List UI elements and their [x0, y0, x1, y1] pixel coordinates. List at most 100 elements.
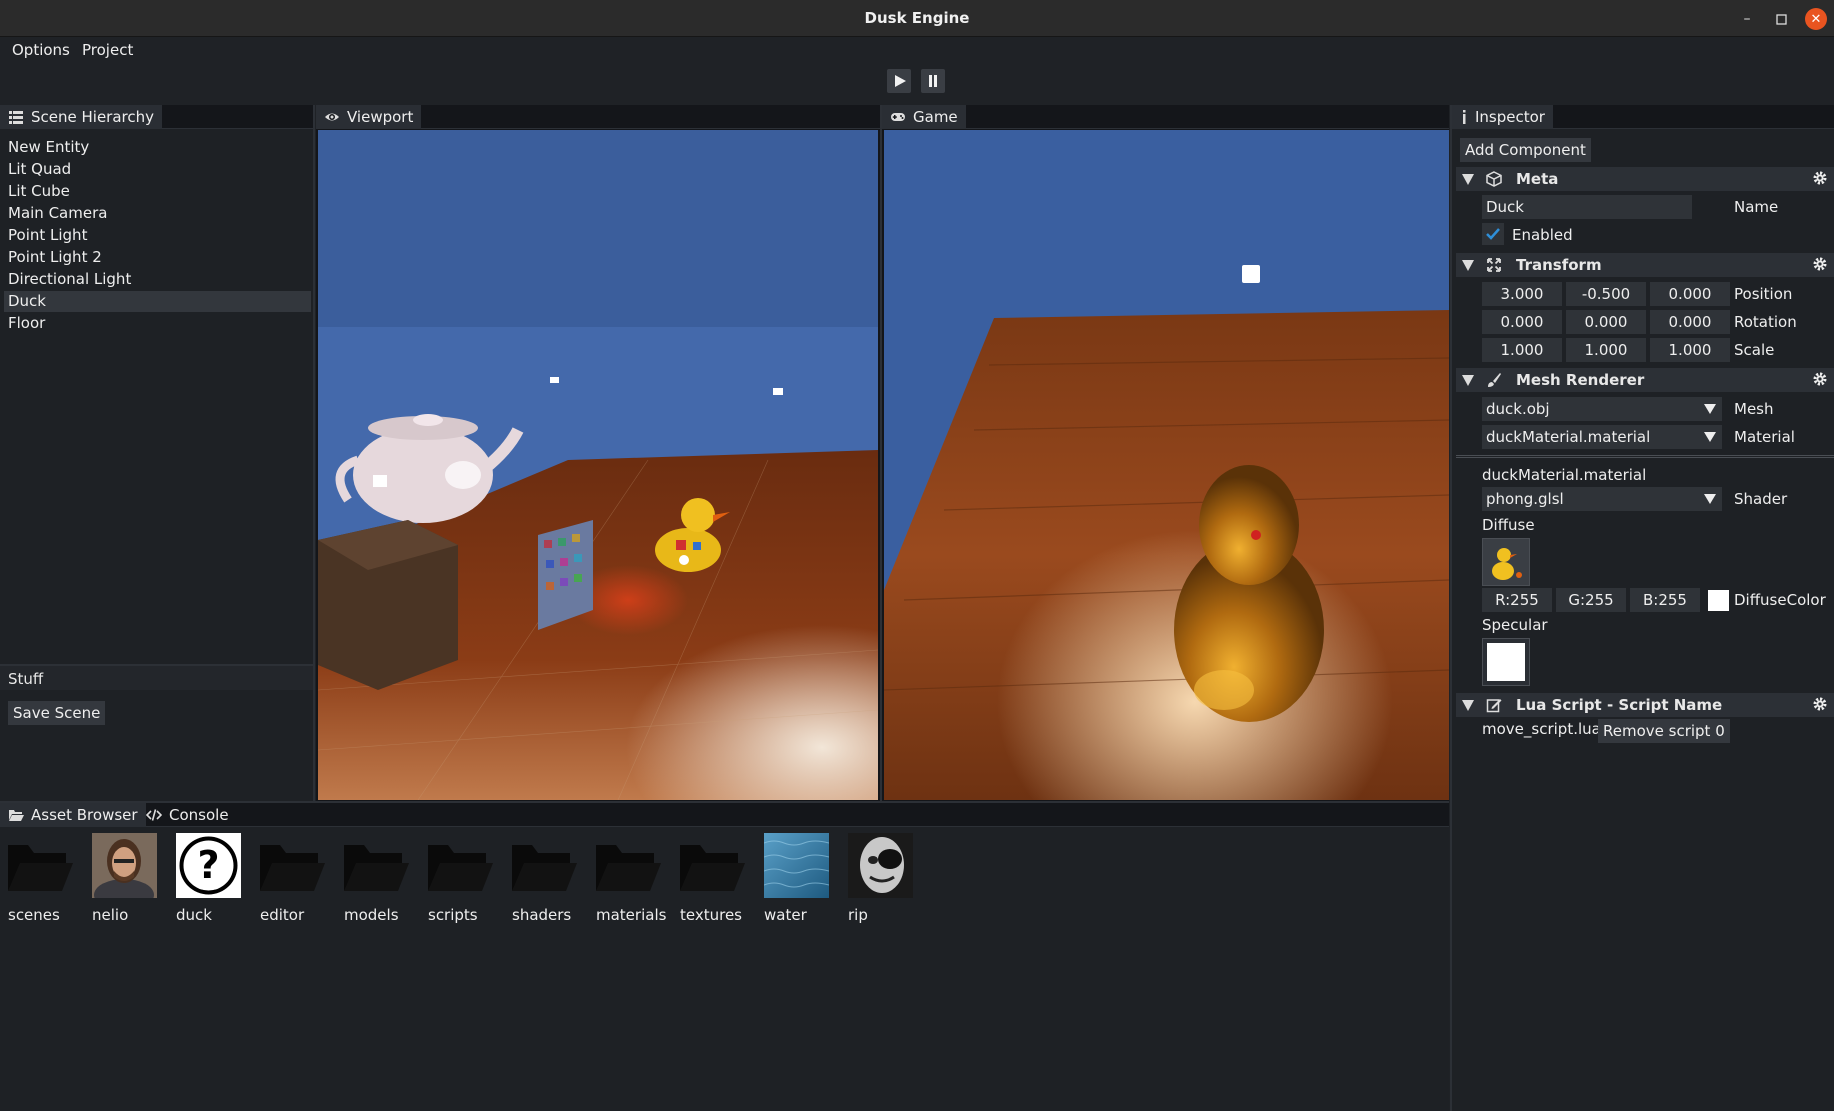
name-field[interactable]: Duck — [1482, 195, 1692, 219]
inspector-panel: Inspector Add Component Meta Duck Name E… — [1450, 105, 1834, 1111]
toolbar — [0, 64, 1834, 104]
position-y-field[interactable]: -0.500 — [1566, 282, 1646, 306]
nelio-photo-thumbnail — [92, 833, 157, 911]
asset-item[interactable]: materials — [596, 833, 666, 924]
tab-label: Inspector — [1475, 108, 1545, 126]
diffuse-color-swatch[interactable] — [1708, 590, 1729, 611]
folder-icon — [428, 845, 493, 891]
transform-component-header[interactable]: Transform — [1456, 253, 1834, 277]
hierarchy-tabstrip: Scene Hierarchy — [0, 105, 313, 129]
gear-icon[interactable] — [1812, 696, 1828, 712]
asset-name: materials — [596, 906, 667, 924]
tab-asset-browser[interactable]: Asset Browser — [0, 803, 146, 827]
shader-dropdown-value: phong.glsl — [1486, 490, 1564, 508]
rotation-y-field[interactable]: 0.000 — [1566, 310, 1646, 334]
asset-item[interactable]: textures — [680, 833, 750, 924]
hierarchy-item[interactable]: Lit Cube — [4, 181, 311, 202]
asset-name: duck — [176, 906, 212, 924]
meta-component-header[interactable]: Meta — [1456, 167, 1834, 191]
hierarchy-item[interactable]: Floor — [4, 313, 311, 334]
tab-console[interactable]: Console — [138, 803, 237, 827]
hierarchy-item[interactable]: Main Camera — [4, 203, 311, 224]
lua-script-component-header[interactable]: Lua Script - Script Name — [1456, 693, 1834, 717]
material-dropdown[interactable]: duckMaterial.material — [1482, 425, 1722, 449]
menu-options[interactable]: Options — [12, 41, 70, 59]
checkmark-icon — [1486, 228, 1500, 240]
shader-dropdown[interactable]: phong.glsl — [1482, 487, 1722, 511]
tab-inspector[interactable]: Inspector — [1452, 105, 1553, 129]
pause-button[interactable] — [921, 69, 945, 93]
minimize-button[interactable]: – — [1736, 8, 1758, 30]
remove-script-button[interactable]: Remove script 0 — [1598, 719, 1730, 743]
script-file-name: move_script.lua — [1482, 720, 1601, 738]
hierarchy-item[interactable]: New Entity — [4, 137, 311, 158]
shader-label: Shader — [1734, 490, 1788, 508]
rotation-label: Rotation — [1734, 313, 1797, 331]
specular-label: Specular — [1482, 616, 1548, 634]
menu-project[interactable]: Project — [82, 41, 133, 59]
asset-item[interactable]: water — [763, 833, 834, 924]
mesh-dropdown[interactable]: duck.obj — [1482, 397, 1722, 421]
collapse-icon[interactable] — [1462, 260, 1474, 271]
scale-y-field[interactable]: 1.000 — [1566, 338, 1646, 362]
hierarchy-item[interactable]: Point Light 2 — [4, 247, 311, 268]
diffuse-b-field[interactable]: B:255 — [1630, 588, 1700, 612]
name-label: Name — [1734, 198, 1779, 216]
asset-name: models — [344, 906, 399, 924]
play-button[interactable] — [887, 69, 911, 93]
diffuse-texture-slot[interactable] — [1482, 538, 1530, 586]
tab-label: Asset Browser — [31, 806, 138, 824]
asset-item[interactable]: models — [344, 833, 414, 924]
close-button[interactable]: ✕ — [1805, 8, 1827, 30]
hierarchy-item[interactable]: Point Light — [4, 225, 311, 246]
enabled-label: Enabled — [1512, 226, 1573, 244]
mesh-renderer-component-header[interactable]: Mesh Renderer — [1456, 368, 1834, 392]
maximize-icon — [1775, 13, 1787, 25]
tab-viewport[interactable]: Viewport — [316, 105, 422, 129]
scale-x-field[interactable]: 1.000 — [1482, 338, 1562, 362]
asset-item[interactable]: scripts — [428, 833, 498, 924]
add-component-button[interactable]: Add Component — [1460, 138, 1591, 162]
position-label: Position — [1734, 285, 1793, 303]
position-x-field[interactable]: 3.000 — [1482, 282, 1562, 306]
gear-icon[interactable] — [1812, 256, 1828, 272]
maximize-button[interactable] — [1770, 8, 1792, 30]
asset-item[interactable]: nelio — [92, 833, 162, 924]
tab-label: Scene Hierarchy — [31, 108, 155, 126]
asset-item[interactable]: shaders — [512, 833, 582, 924]
gear-icon[interactable] — [1812, 371, 1828, 387]
gear-icon[interactable] — [1812, 170, 1828, 186]
collapse-icon[interactable] — [1462, 375, 1474, 386]
tab-game[interactable]: Game — [882, 105, 966, 129]
collapse-icon[interactable] — [1462, 700, 1474, 711]
hierarchy-item-selected[interactable]: Duck — [4, 291, 311, 312]
diffuse-color-label: DiffuseColor — [1734, 591, 1826, 609]
save-scene-button[interactable]: Save Scene — [8, 701, 106, 725]
game-render[interactable] — [884, 130, 1449, 800]
diffuse-g-field[interactable]: G:255 — [1556, 588, 1626, 612]
water-texture-thumbnail — [763, 833, 830, 898]
viewport-render[interactable] — [318, 130, 878, 800]
rotation-z-field[interactable]: 0.000 — [1650, 310, 1730, 334]
specular-texture-slot[interactable] — [1482, 638, 1530, 686]
hierarchy-item[interactable]: Lit Quad — [4, 159, 311, 180]
asset-item[interactable]: scenes — [8, 833, 78, 924]
rotation-x-field[interactable]: 0.000 — [1482, 310, 1562, 334]
asset-item[interactable]: editor — [260, 833, 330, 924]
folder-icon — [8, 845, 73, 891]
tab-scene-hierarchy[interactable]: Scene Hierarchy — [0, 105, 163, 129]
folder-icon — [260, 845, 325, 891]
gamepad-icon — [891, 113, 905, 121]
section-divider — [1456, 455, 1834, 458]
position-z-field[interactable]: 0.000 — [1650, 282, 1730, 306]
hierarchy-item[interactable]: Directional Light — [4, 269, 311, 290]
component-title: Transform — [1516, 256, 1602, 274]
diffuse-r-field[interactable]: R:255 — [1482, 588, 1552, 612]
collapse-icon[interactable] — [1462, 174, 1474, 185]
asset-name: water — [764, 906, 807, 924]
asset-item[interactable]: rip — [848, 833, 918, 924]
asset-item[interactable]: ? duck — [176, 833, 246, 924]
scale-z-field[interactable]: 1.000 — [1650, 338, 1730, 362]
folder-icon — [680, 845, 745, 891]
enabled-checkbox[interactable] — [1482, 223, 1504, 245]
